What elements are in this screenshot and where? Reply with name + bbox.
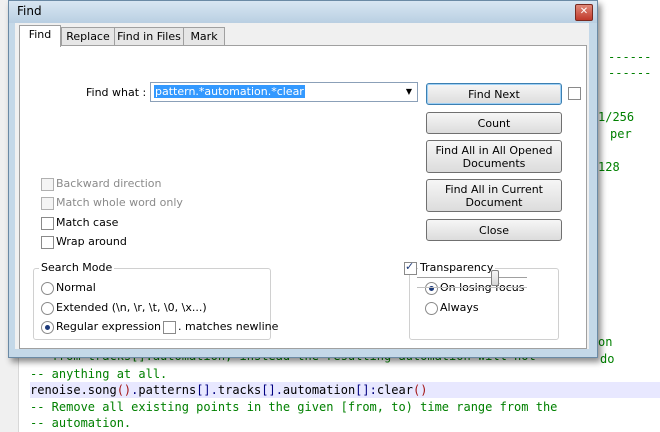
dialog-client-area: Find Replace Find in Files Mark Find wha… — [15, 23, 589, 349]
code-fragment: do — [600, 352, 615, 366]
transparency-slider-ticks — [417, 287, 527, 289]
tab-mark[interactable]: Mark — [183, 27, 225, 46]
code-line-comment: -- anything at all. — [30, 366, 167, 382]
close-icon[interactable]: ✕ — [575, 4, 593, 21]
code-token: [] — [196, 383, 211, 397]
search-mode-extended-label: Extended (\n, \r, \t, \0, \x...) — [56, 301, 207, 314]
chevron-down-icon[interactable]: ▼ — [403, 85, 415, 98]
match-case-label: Match case — [56, 216, 119, 229]
search-mode-title: Search Mode — [39, 261, 115, 274]
code-line-comment: -- automation. — [30, 416, 132, 430]
find-next-button[interactable]: Find Next — [426, 83, 562, 105]
code-token: . — [275, 383, 283, 397]
code-token: () — [412, 383, 428, 397]
find-all-opened-button[interactable]: Find All in All Opened Documents — [426, 140, 562, 173]
match-whole-word-checkbox[interactable] — [41, 197, 54, 210]
code-token: . — [210, 383, 218, 397]
code-text: -- anything at all. — [30, 367, 168, 381]
code-token: () — [116, 383, 132, 397]
search-mode-extended-radio[interactable] — [41, 302, 54, 315]
code-token: automation — [282, 383, 356, 397]
tab-find[interactable]: Find — [19, 25, 61, 47]
find-what-combo[interactable]: pattern.*automation.*clear ▼ — [150, 82, 418, 102]
code-line-comment: -- Remove all existing points in the giv… — [30, 400, 558, 414]
code-fragment: 128 — [598, 160, 620, 174]
match-whole-word-label: Match whole word only — [56, 196, 183, 209]
find-dialog: Find ✕ Find Replace Find in Files Mark F… — [8, 0, 598, 358]
code-fragment: ------ — [608, 66, 652, 80]
code-token: : — [369, 383, 377, 397]
transparency-slider-thumb[interactable] — [491, 270, 499, 286]
search-mode-normal-label: Normal — [56, 281, 96, 294]
code-fragment: on — [598, 335, 613, 349]
find-tab-panel: Find what : pattern.*automation.*clear ▼… — [19, 45, 587, 349]
search-mode-normal-radio[interactable] — [41, 282, 54, 295]
transparency-checkbox[interactable] — [404, 260, 417, 275]
tab-find-in-files[interactable]: Find in Files — [114, 27, 184, 46]
matches-newline-checkbox[interactable] — [163, 321, 176, 334]
find-what-value[interactable]: pattern.*automation.*clear — [154, 85, 305, 98]
wrap-around-checkbox[interactable] — [41, 236, 54, 249]
code-line-current: renoise.song().patterns[].tracks[].autom… — [30, 382, 660, 398]
search-mode-regex-radio[interactable] — [41, 321, 54, 334]
code-token: tracks — [217, 383, 262, 397]
code-fragment: per — [610, 127, 632, 141]
dialog-title: Find — [17, 4, 42, 18]
find-next-option-checkbox[interactable] — [568, 87, 581, 100]
transparency-title: Transparency — [418, 261, 496, 274]
match-case-checkbox[interactable] — [41, 217, 54, 230]
close-button[interactable]: Close — [426, 219, 562, 241]
search-mode-regex-label: Regular expression — [56, 320, 162, 333]
matches-newline-label: . matches newline — [178, 320, 279, 333]
code-fragment: ------ — [608, 50, 652, 64]
backward-direction-checkbox[interactable] — [41, 178, 54, 191]
code-token: clear — [376, 383, 413, 397]
always-label: Always — [440, 301, 479, 314]
code-token: patterns — [138, 383, 197, 397]
tab-replace[interactable]: Replace — [61, 27, 115, 46]
always-radio[interactable] — [425, 302, 438, 315]
code-fragment: 1/256 — [598, 110, 635, 124]
code-token: [] — [355, 383, 370, 397]
count-button[interactable]: Count — [426, 112, 562, 134]
code-token: [] — [261, 383, 276, 397]
transparency-slider-track[interactable] — [417, 277, 527, 281]
backward-direction-label: Backward direction — [56, 177, 162, 190]
find-what-label: Find what : — [86, 86, 147, 99]
code-token: renoise.song — [30, 383, 117, 397]
find-all-current-button[interactable]: Find All in Current Document — [426, 179, 562, 212]
wrap-around-label: Wrap around — [56, 235, 127, 248]
dialog-titlebar[interactable]: Find ✕ — [9, 1, 597, 23]
